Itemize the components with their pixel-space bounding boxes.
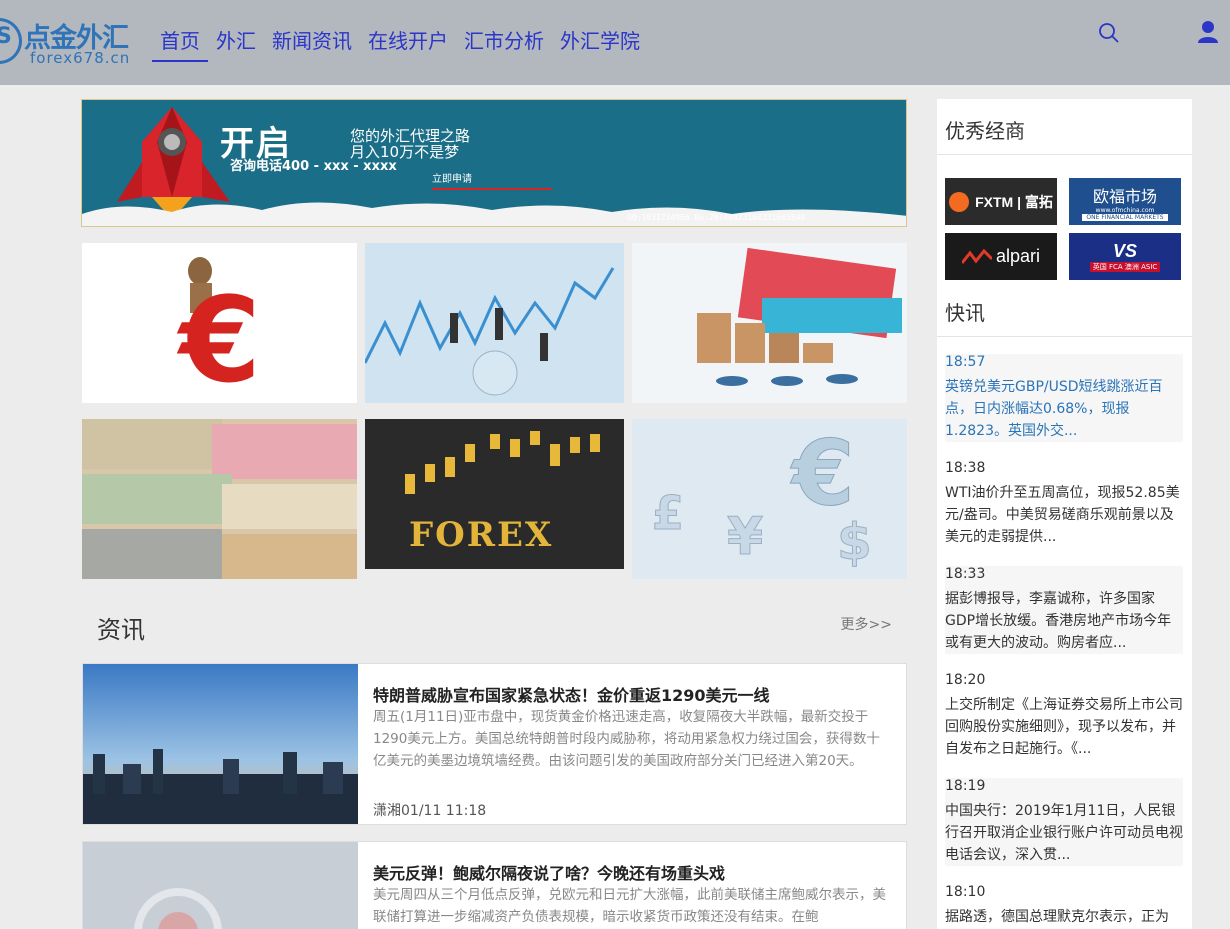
coins-icon (697, 247, 902, 386)
flash-time: 18:57 (945, 354, 986, 370)
nav-forex-academy[interactable]: 外汇学院 (552, 26, 648, 62)
broker-vs[interactable]: VS 英国 FCA 澳洲 ASIC (1069, 233, 1181, 280)
flash-title: 快讯 (937, 281, 1192, 337)
nav-market-analysis[interactable]: 汇市分析 (456, 26, 552, 62)
banner-footer-text: QQ:1031234966 No:20140823160331665840 (627, 213, 806, 222)
flash-item[interactable]: 18:33 据彭博报导，李嘉诚称，许多国家GDP增长放缓。香港房地产市场今年或有… (945, 566, 1183, 654)
svg-text:€: € (176, 271, 261, 403)
news-meta: 潇湘01/11 11:18 (373, 803, 487, 819)
banner-subtitle-line1: 您的外汇代理之路 (350, 127, 471, 145)
news-section-title: 资讯 (97, 616, 145, 644)
tile-coins-calculator[interactable] (632, 243, 907, 403)
news-section-header: 资讯 更多>> (82, 598, 908, 650)
flash-item[interactable]: 18:38 WTI油价升至五周高位，现报52.85美元/盎司。中美贸易磋商乐观前… (945, 460, 1183, 548)
flash-time: 18:20 (945, 672, 986, 688)
alpari-logo-icon (961, 248, 992, 264)
broker-label: alpari (995, 246, 1041, 266)
flash-time: 18:10 (945, 884, 986, 900)
news-thumbnail[interactable] (83, 842, 358, 929)
broker-label: FXTM | 富拓 (975, 193, 1053, 210)
news-more-link[interactable]: 更多>> (841, 614, 892, 634)
nav-forex[interactable]: 外汇 (208, 26, 264, 62)
svg-text:£: £ (652, 486, 684, 540)
flash-text: 英镑兑美元GBP/USD短线跳涨近百点，日内涨幅达0.68%，现报1.2823。… (945, 379, 1163, 439)
flash-item[interactable]: 18:10 据路透，德国总理默克尔表示，正为 (945, 884, 1183, 929)
news-title[interactable]: 美元反弹！鲍威尔隔夜说了啥？今晚还有场重头戏 (373, 860, 725, 884)
flash-time: 18:38 (945, 460, 986, 476)
banner-apply-button[interactable]: 立即申请 (432, 170, 552, 190)
broker-sublabel: 英国 FCA 澳洲 ASIC (1089, 262, 1161, 272)
logo-mark: S (0, 24, 12, 49)
broker-label: VS (1112, 241, 1137, 261)
forex-text: FOREX (409, 515, 554, 555)
svg-text:$: $ (837, 513, 872, 571)
news-summary: 美元周四从三个月低点反弹，兑欧元和日元扩大涨幅，此前美联储主席鲍威尔表示，美联储… (373, 887, 886, 925)
nav-open-account[interactable]: 在线开户 (360, 26, 456, 62)
brokers-title: 优秀经商 (937, 99, 1192, 155)
currency-symbols-icon: € £ ¥ $ (652, 421, 873, 572)
promo-banner[interactable]: 开启 您的外汇代理之路 月入10万不是梦 咨询电话400 - xxx - xxx… (81, 99, 907, 227)
euro-icon: € (176, 257, 261, 403)
tile-banknotes[interactable] (82, 419, 357, 579)
flash-text: 中国央行：2019年1月11日，人民银行召开取消企业银行账户许可动员电视电话会议… (945, 803, 1183, 863)
abstract-image (134, 888, 222, 929)
search-icon[interactable] (1098, 22, 1120, 44)
site-logo[interactable]: S 点金外汇 forex678.cn (0, 14, 142, 70)
news-item[interactable]: 特朗普威胁宣布国家紧急状态！金价重返1290美元一线 周五(1月11日)亚市盘中… (82, 663, 907, 825)
image-grid: € FOREX € £ ¥ $ (82, 243, 908, 579)
sidebar: 优秀经商 FXTM | 富拓 欧福市场 www.ofmchina.com ONE… (937, 99, 1192, 929)
broker-label: 欧福市场 (1092, 186, 1157, 206)
broker-alpari[interactable]: alpari (945, 233, 1057, 280)
logo-text-en: forex678.cn (30, 49, 131, 67)
tile-business-chart[interactable] (365, 243, 624, 403)
tile-currency-symbols[interactable]: € £ ¥ $ (632, 419, 907, 579)
city-skyline-image (83, 664, 358, 824)
flash-item[interactable]: 18:19 中国央行：2019年1月11日，人民银行召开取消企业银行账户许可动员… (945, 778, 1183, 866)
flash-time: 18:33 (945, 566, 986, 582)
svg-text:¥: ¥ (727, 507, 763, 567)
flash-time: 18:19 (945, 778, 986, 794)
flash-text: 据路透，德国总理默克尔表示，正为 (945, 909, 1169, 925)
flash-text: 上交所制定《上海证券交易所上市公司回购股份实施细则》，现予以发布，并自发布之日起… (945, 697, 1183, 757)
flash-text: 据彭博报导，李嘉诚称，许多国家GDP增长放缓。香港房地产市场今年或有更大的波动。… (945, 591, 1172, 651)
broker-sublabel-2: ONE FINANCIAL MARKETS (1082, 213, 1168, 221)
nav-home[interactable]: 首页 (152, 26, 208, 62)
flash-item[interactable]: 18:20 上交所制定《上海证券交易所上市公司回购股份实施细则》，现予以发布，并… (945, 672, 1183, 760)
main-nav: 首页 外汇 新闻资讯 在线开户 汇市分析 外汇学院 (152, 26, 648, 62)
news-item[interactable]: 美元反弹！鲍威尔隔夜说了啥？今晚还有场重头戏 美元周四从三个月低点反弹，兑欧元和… (82, 841, 907, 929)
site-header: S 点金外汇 forex678.cn 首页 外汇 新闻资讯 在线开户 汇市分析 … (0, 0, 1230, 85)
flash-text: WTI油价升至五周高位，现报52.85美元/盎司。中美贸易磋商乐观前景以及美元的… (945, 485, 1180, 545)
nav-news[interactable]: 新闻资讯 (264, 26, 360, 62)
news-summary: 周五(1月11日)亚市盘中，现货黄金价格迅速走高，收复隔夜大半跌幅，最新交投于1… (373, 709, 880, 769)
news-title[interactable]: 特朗普威胁宣布国家紧急状态！金价重返1290美元一线 (373, 682, 770, 706)
user-icon[interactable] (1197, 20, 1219, 44)
tile-forex-bull[interactable]: FOREX (365, 419, 624, 569)
broker-ofm[interactable]: 欧福市场 www.ofmchina.com ONE FINANCIAL MARK… (1069, 178, 1181, 225)
tile-euro-figure[interactable]: € (82, 243, 357, 403)
banknotes-icon (82, 419, 357, 579)
fxtm-logo-icon (949, 191, 970, 212)
chart-line-icon (365, 267, 615, 396)
broker-sublabel: www.ofmchina.com (1095, 206, 1155, 214)
svg-text:€: € (790, 421, 855, 526)
broker-fxtm[interactable]: FXTM | 富拓 (945, 178, 1057, 225)
flash-item[interactable]: 18:57 英镑兑美元GBP/USD短线跳涨近百点，日内涨幅达0.68%，现报1… (945, 354, 1183, 442)
banner-phone: 咨询电话400 - xxx - xxxx (230, 159, 397, 174)
news-thumbnail[interactable] (83, 664, 358, 824)
